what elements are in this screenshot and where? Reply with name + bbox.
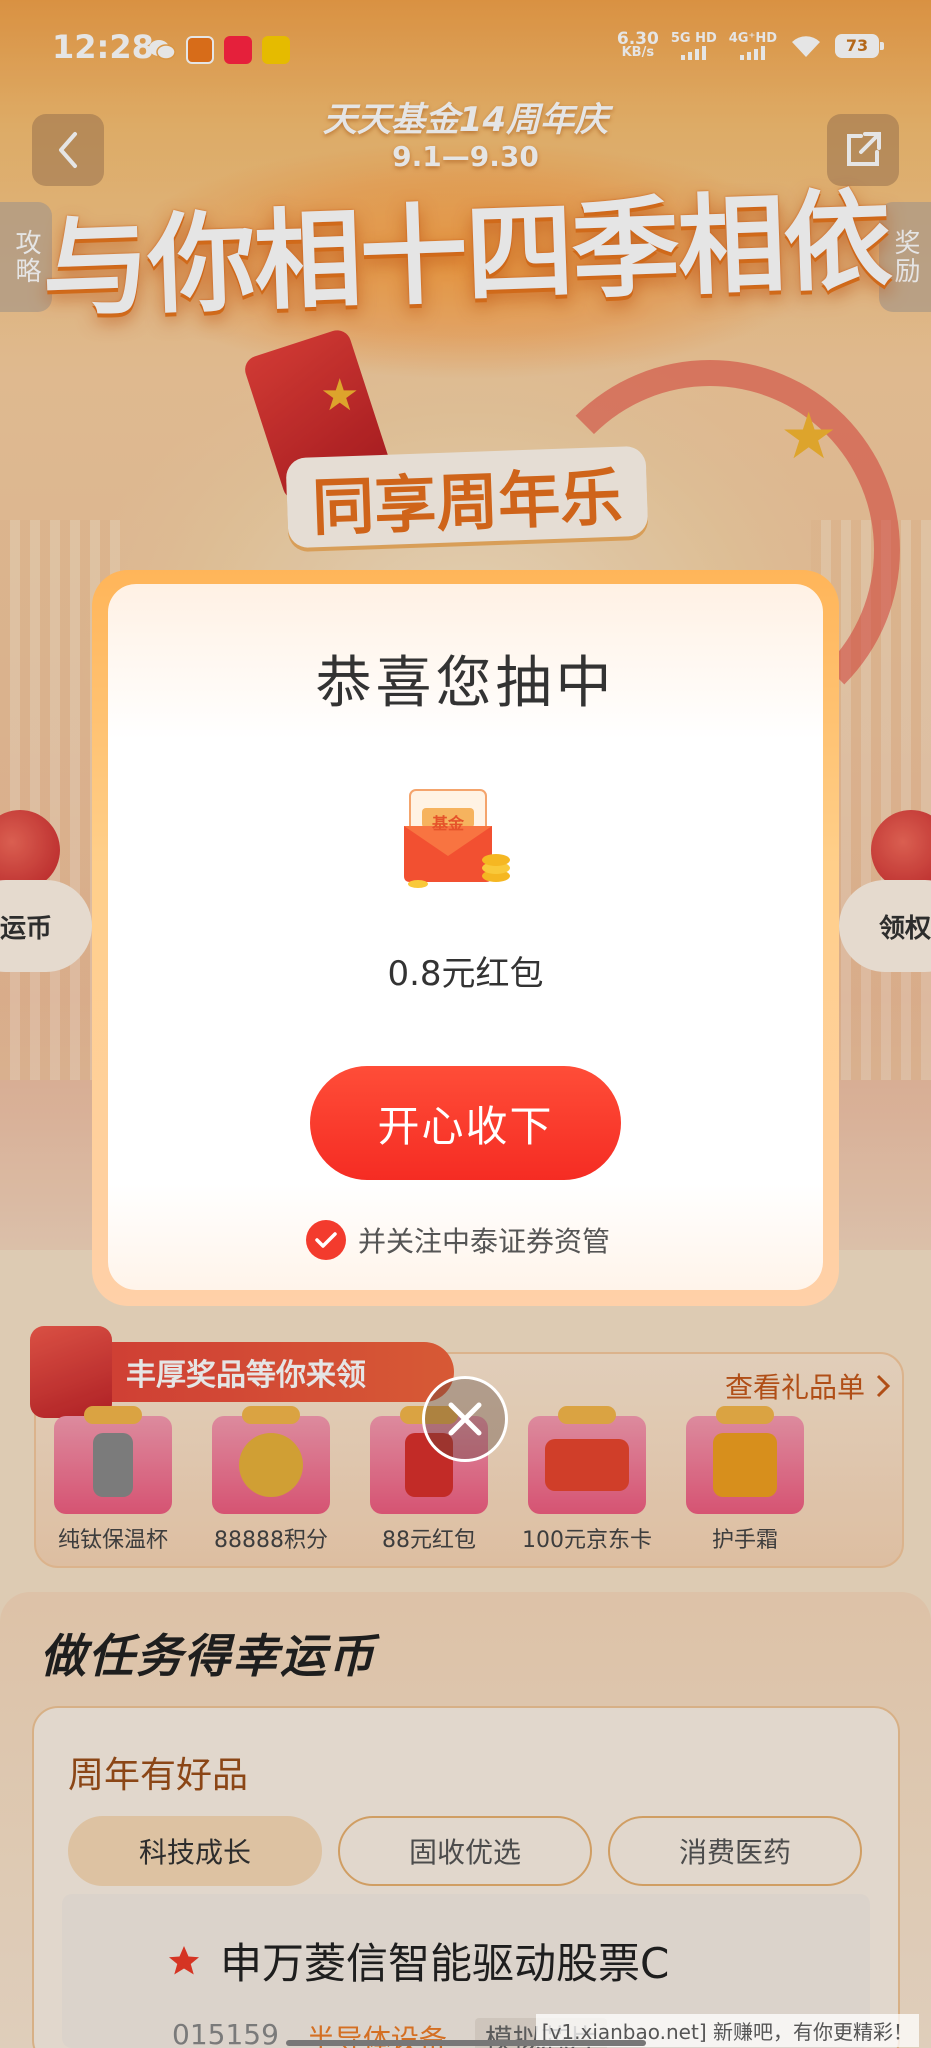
envelope-label: 基金 — [432, 814, 465, 833]
close-icon — [448, 1402, 482, 1436]
home-indicator[interactable] — [286, 2040, 646, 2046]
prize-amount: 0.8元红包 — [387, 954, 544, 994]
checkbox-checked-icon[interactable] — [306, 1220, 346, 1260]
follow-label: 并关注中泰证券资管 — [358, 1225, 611, 1258]
fund-red-envelope-icon — [404, 789, 510, 888]
accept-prize-button[interactable]: 开心收下 — [310, 1066, 621, 1180]
modal-title: 恭喜您抽中 — [315, 651, 616, 716]
follow-option[interactable]: 并关注中泰证券资管 — [306, 1220, 610, 1260]
close-modal-button[interactable] — [422, 1376, 508, 1462]
